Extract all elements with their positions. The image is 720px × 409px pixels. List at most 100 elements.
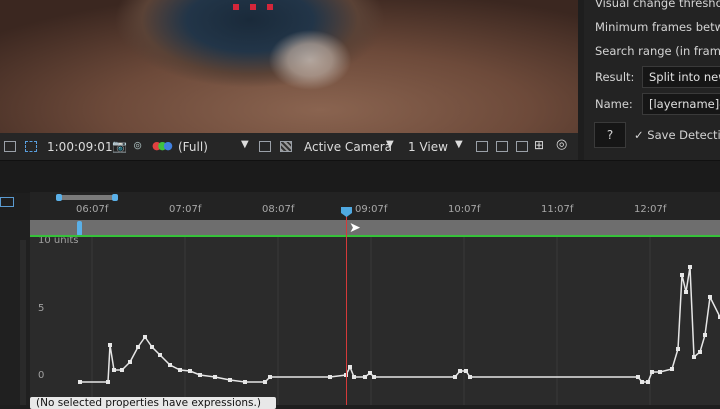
snapshot-icon[interactable]: ⊚ (133, 139, 142, 152)
graph-gridlines (91, 237, 651, 405)
navigator-bar[interactable] (56, 195, 118, 200)
keyframe[interactable] (198, 373, 202, 377)
scroll-track[interactable] (20, 240, 26, 405)
camera-icon[interactable]: 📷 (112, 139, 127, 153)
keyframe[interactable] (268, 375, 272, 379)
keyframe[interactable] (188, 369, 192, 373)
keyframe[interactable] (703, 333, 707, 337)
grid-icon[interactable] (280, 141, 292, 152)
transparency-grid-icon[interactable] (25, 141, 37, 152)
ruler-tick: 08:07f (262, 204, 295, 215)
keyframe[interactable] (348, 365, 352, 369)
work-area-bar[interactable] (30, 220, 720, 237)
keyframe[interactable] (698, 350, 702, 354)
keyframe[interactable] (658, 370, 662, 374)
layer-handle[interactable] (233, 4, 239, 10)
keyframe[interactable] (688, 265, 692, 269)
channels-icon[interactable]: ●●● (152, 139, 173, 152)
keyframe[interactable] (328, 375, 332, 379)
value-curve[interactable] (80, 266, 720, 383)
fast-previews-icon[interactable] (496, 141, 508, 152)
camera-dropdown[interactable]: Active Camera (304, 140, 392, 154)
keyframe[interactable] (636, 375, 640, 379)
dropdown-icon[interactable]: ▼ (455, 139, 463, 150)
keyframe[interactable] (464, 369, 468, 373)
flowchart-icon[interactable]: ⊞ (534, 138, 544, 152)
expression-status: (No selected properties have expressions… (30, 397, 276, 409)
keyframe[interactable] (150, 345, 154, 349)
views-dropdown[interactable]: 1 View (408, 140, 448, 154)
time-ruler[interactable]: 06:07f 07:07f 08:07f 09:07f 10:07f 11:07… (30, 192, 720, 220)
keyframe[interactable] (128, 360, 132, 364)
keyframe[interactable] (78, 380, 82, 384)
keyframe[interactable] (263, 380, 267, 384)
resolution-dropdown[interactable]: (Full) (178, 140, 208, 154)
search-range-label: Search range (in frames) (595, 44, 720, 58)
keyframe[interactable] (112, 368, 116, 372)
work-area-start-handle[interactable] (77, 221, 82, 236)
keyframe[interactable] (646, 380, 650, 384)
keyframe[interactable] (178, 368, 182, 372)
navigator-end-handle[interactable] (112, 194, 118, 201)
playhead-line (346, 208, 347, 405)
keyframe[interactable] (453, 375, 457, 379)
keyframe[interactable] (676, 347, 680, 351)
dropdown-icon[interactable]: ▼ (386, 139, 394, 150)
keyframe[interactable] (684, 290, 688, 294)
keyframes-group (78, 265, 720, 384)
y-label: 5 (38, 303, 45, 314)
timecode[interactable]: 1:00:09:01 (47, 140, 113, 154)
keyframe[interactable] (243, 380, 247, 384)
graph-editor[interactable]: 10 units 5 0 (30, 237, 720, 405)
y-label: 0 (38, 370, 45, 381)
region-icon[interactable] (4, 141, 16, 152)
result-label: Result: (595, 70, 635, 84)
help-button[interactable]: ? (594, 122, 626, 148)
keyframe[interactable] (168, 363, 172, 367)
keyframe[interactable] (692, 355, 696, 359)
graph-canvas (78, 237, 720, 405)
layer-handle[interactable] (250, 4, 256, 10)
name-field[interactable]: [layername]-cl (642, 93, 720, 115)
keyframe[interactable] (108, 343, 112, 347)
result-dropdown[interactable]: Split into new (642, 66, 720, 88)
keyframe[interactable] (158, 353, 162, 357)
ruler-tick: 12:07f (634, 204, 667, 215)
navigator-start-handle[interactable] (56, 194, 62, 201)
keyframe[interactable] (640, 380, 644, 384)
viewer-toolbar: 1:00:09:01 📷 ⊚ ●●● (Full) ▼ Active Camer… (0, 133, 578, 160)
composition-viewer[interactable] (0, 0, 578, 133)
keyframe[interactable] (213, 375, 217, 379)
save-detection-checkbox[interactable]: ✓ Save Detection (634, 128, 720, 142)
ruler-tick: 10:07f (448, 204, 481, 215)
keyframe[interactable] (458, 369, 462, 373)
keyframe[interactable] (468, 375, 472, 379)
graph-editor-icon[interactable] (0, 197, 14, 207)
save-detection-label: Save Detection (647, 128, 720, 142)
keyframe[interactable] (120, 368, 124, 372)
min-frames-label: Minimum frames betwee (595, 20, 720, 34)
units-label: 10 units (38, 237, 79, 246)
keyframe[interactable] (143, 335, 147, 339)
dropdown-icon[interactable]: ▼ (241, 139, 249, 150)
toggle-pixel-icon[interactable] (476, 141, 488, 152)
keyframe[interactable] (650, 370, 654, 374)
keyframe[interactable] (106, 380, 110, 384)
timeline-left-strip (0, 220, 30, 405)
exposure-icon[interactable]: ◎ (556, 137, 567, 152)
keyframe[interactable] (680, 273, 684, 277)
mouse-cursor-icon: ➤ (349, 220, 361, 236)
name-label: Name: (595, 97, 633, 111)
keyframe[interactable] (372, 375, 376, 379)
timeline-icon[interactable] (516, 141, 528, 152)
layer-handle[interactable] (267, 4, 273, 10)
checkmark-icon: ✓ (634, 128, 644, 142)
keyframe[interactable] (228, 378, 232, 382)
region-of-interest-icon[interactable] (259, 141, 271, 152)
keyframe[interactable] (708, 295, 712, 299)
keyframe[interactable] (136, 345, 140, 349)
keyframe[interactable] (352, 375, 356, 379)
keyframe[interactable] (368, 371, 372, 375)
keyframe[interactable] (363, 375, 367, 379)
keyframe[interactable] (670, 367, 674, 371)
